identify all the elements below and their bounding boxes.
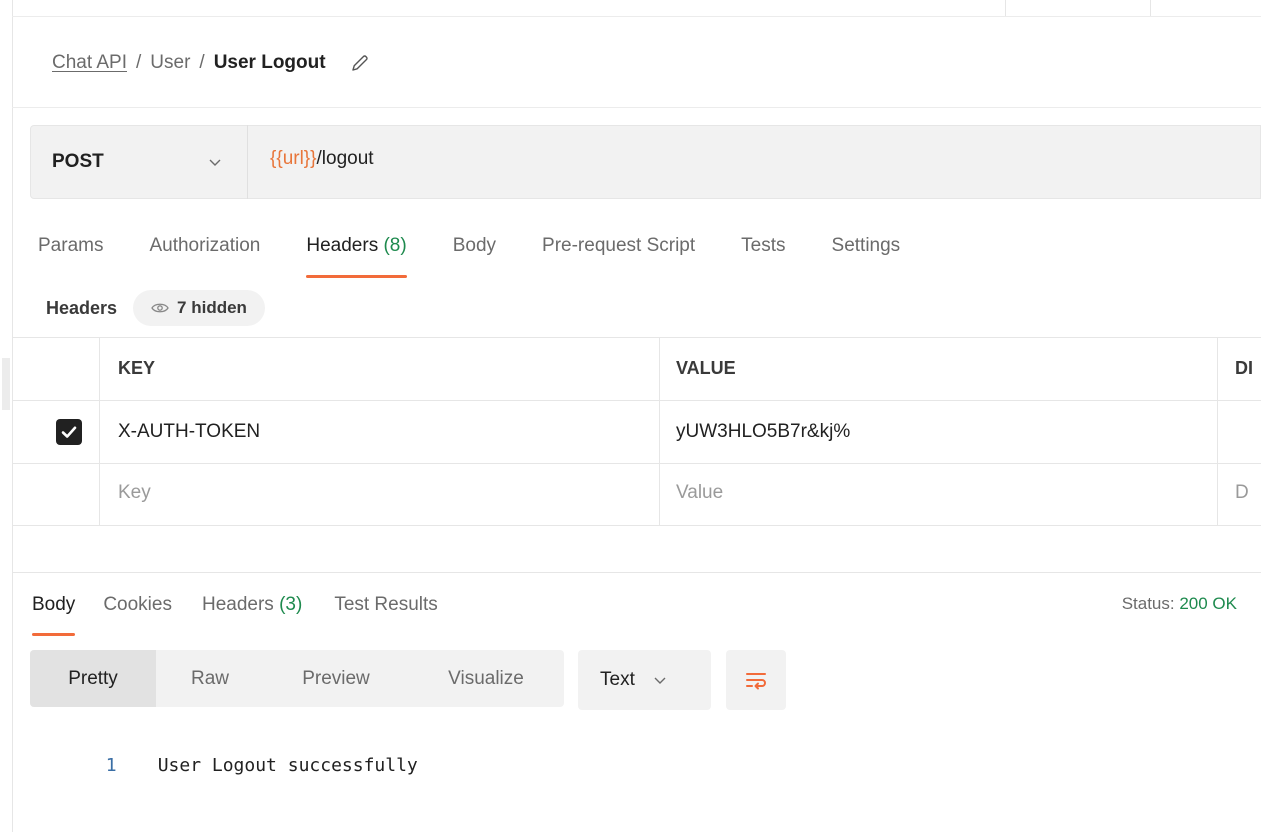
checkmark-icon — [61, 426, 77, 438]
wrap-lines-icon — [746, 673, 766, 690]
headers-subheader: Headers 7 hidden — [46, 290, 265, 326]
header-value-cell[interactable]: yUW3HLO5B7r&kj% — [676, 421, 850, 443]
hidden-headers-toggle[interactable]: 7 hidden — [133, 290, 265, 326]
top-tab-strip — [12, 0, 1261, 17]
tab-count-badge: (3) — [279, 594, 303, 615]
format-label: Text — [600, 669, 635, 690]
chevron-down-icon — [209, 159, 221, 166]
tab-count-badge: (8) — [383, 235, 407, 256]
tab-params[interactable]: Params — [38, 228, 103, 268]
response-body[interactable]: 1 User Logout successfully — [84, 734, 418, 776]
tab-divider — [1150, 0, 1151, 16]
tab-authorization[interactable]: Authorization — [149, 228, 260, 268]
tab-label: Body — [452, 235, 497, 256]
row-enabled-checkbox[interactable] — [56, 419, 82, 445]
tab-label: Body — [32, 594, 76, 615]
tab-label: Pre-request Script — [542, 235, 696, 256]
tab-divider — [1005, 0, 1006, 16]
headers-table: KEY VALUE DI X-AUTH-TOKEN yUW3HLO5B7r&kj… — [12, 337, 1261, 526]
response-tab-headers[interactable]: Headers (3) — [202, 590, 302, 626]
tab-label: Tests — [741, 235, 786, 256]
eye-icon — [151, 303, 169, 313]
url-input[interactable]: {{url}}/logout — [270, 148, 374, 170]
line-number: 1 — [105, 755, 117, 776]
tab-label: Authorization — [149, 235, 261, 256]
tab-label: Params — [38, 235, 104, 256]
tab-label: Settings — [831, 235, 901, 256]
new-description-input[interactable]: D — [1235, 482, 1249, 504]
breadcrumb-separator: / — [136, 52, 142, 73]
headers-section-title: Headers — [46, 297, 118, 318]
request-tabs: Params Authorization Headers (8) Body Pr… — [38, 228, 901, 278]
response-tab-test-results[interactable]: Test Results — [334, 590, 437, 626]
response-status: Status: 200 OK — [1122, 594, 1237, 614]
tab-label: Headers — [201, 594, 274, 615]
view-mode-preview[interactable]: Preview — [264, 650, 408, 707]
view-mode-segmented-control: Pretty Raw Preview Visualize — [30, 650, 564, 707]
active-tab-indicator — [306, 275, 407, 278]
active-tab-indicator — [32, 633, 76, 636]
response-tab-cookies[interactable]: Cookies — [103, 590, 172, 626]
breadcrumb-folder[interactable]: User — [150, 52, 190, 74]
method-select[interactable]: POST — [30, 125, 248, 199]
tab-pre-request-script[interactable]: Pre-request Script — [542, 228, 695, 268]
response-tab-body[interactable]: Body — [32, 590, 76, 636]
hidden-headers-label: 7 hidden — [177, 298, 247, 317]
chevron-down-icon — [654, 677, 666, 684]
url-path: /logout — [316, 148, 374, 169]
status-label: Status: — [1121, 594, 1175, 613]
breadcrumb-separator: / — [199, 52, 205, 73]
divider — [12, 107, 1261, 108]
pencil-icon[interactable] — [350, 53, 370, 73]
column-header-description: DI — [1235, 358, 1253, 378]
breadcrumb: Chat API / User / User Logout — [52, 48, 370, 78]
view-mode-raw[interactable]: Raw — [156, 650, 264, 707]
code-line: User Logout successfully — [157, 755, 418, 776]
view-mode-visualize[interactable]: Visualize — [408, 650, 564, 707]
column-header-key: KEY — [118, 358, 156, 378]
breadcrumb-request-name[interactable]: User Logout — [214, 52, 326, 74]
new-value-input[interactable]: Value — [676, 482, 723, 504]
response-tabs: Body Cookies Headers (3) Test Results — [32, 590, 438, 636]
status-value: 200 OK — [1179, 594, 1237, 613]
header-key-cell[interactable]: X-AUTH-TOKEN — [118, 421, 260, 443]
tab-label: Headers — [306, 235, 379, 256]
view-mode-pretty[interactable]: Pretty — [30, 650, 156, 707]
url-variable: {{url}} — [270, 148, 317, 169]
tab-body[interactable]: Body — [453, 228, 496, 268]
tab-tests[interactable]: Tests — [741, 228, 785, 268]
column-header-value: VALUE — [676, 358, 736, 378]
divider — [12, 572, 1261, 573]
wrap-lines-button[interactable] — [726, 650, 786, 710]
method-label: POST — [52, 151, 104, 172]
tab-settings[interactable]: Settings — [832, 228, 901, 268]
tab-label: Cookies — [103, 594, 172, 615]
tab-label: Test Results — [334, 594, 438, 615]
format-select[interactable]: Text — [578, 650, 711, 710]
breadcrumb-collection[interactable]: Chat API — [52, 52, 127, 74]
tab-headers[interactable]: Headers (8) — [306, 228, 407, 278]
sidebar-scroll-thumb[interactable] — [2, 358, 10, 410]
new-key-input[interactable]: Key — [118, 482, 151, 504]
